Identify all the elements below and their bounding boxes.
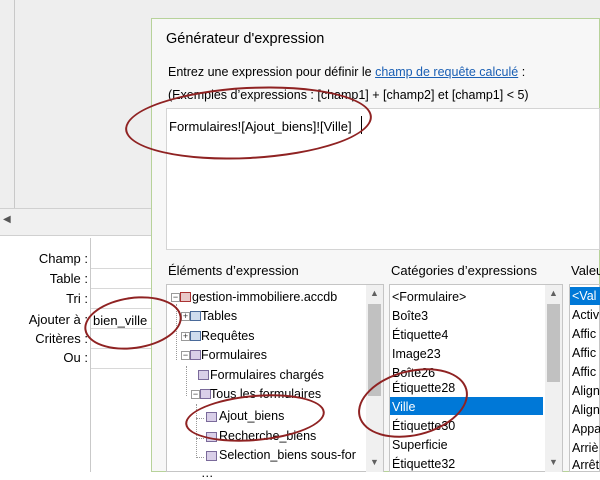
row-label-sort: Tri :	[66, 291, 88, 306]
tree-line	[186, 366, 187, 396]
category-item[interactable]: Image23	[392, 347, 441, 361]
tree-line	[196, 457, 204, 458]
row-label-field: Champ :	[38, 251, 88, 266]
row-label-append-to: Ajouter à :	[28, 312, 88, 327]
collapse-icon[interactable]: −	[181, 351, 190, 360]
value-item[interactable]: Arrêt	[572, 458, 599, 472]
values-section-title: Valeurs d’expressions	[571, 263, 600, 278]
table-icon	[190, 311, 201, 321]
category-item[interactable]: Boîte3	[392, 309, 428, 323]
instruction-suffix: :	[518, 65, 526, 79]
category-item[interactable]: Superficie	[392, 438, 448, 452]
tree-item-more[interactable]: …	[201, 466, 214, 480]
calculated-field-link[interactable]: champ de requête calculé	[375, 65, 518, 79]
tree-item-database[interactable]: gestion-immobiliere.accdb	[192, 290, 337, 304]
horizontal-scrollbar[interactable]	[0, 208, 160, 236]
scroll-up-icon[interactable]: ▲	[370, 288, 379, 298]
value-item[interactable]: Affic	[572, 346, 596, 360]
value-item[interactable]: Appa	[572, 422, 600, 436]
value-item-selected[interactable]: <Val	[572, 289, 596, 303]
dialog-title: Générateur d'expression	[166, 31, 325, 47]
scroll-left-arrow-icon[interactable]: ◀	[3, 214, 11, 225]
elements-section-title: Éléments d’expression	[168, 263, 299, 278]
database-icon	[180, 292, 191, 302]
collapse-icon[interactable]: −	[171, 293, 180, 302]
form-icon	[190, 350, 201, 360]
category-item[interactable]: <Formulaire>	[392, 290, 466, 304]
scroll-down-icon[interactable]: ▼	[370, 457, 379, 467]
value-item[interactable]: Arriè	[572, 441, 598, 455]
category-item[interactable]: Étiquette32	[392, 457, 455, 471]
expand-icon[interactable]: +	[181, 332, 190, 341]
row-label-or: Ou :	[63, 350, 88, 365]
tree-item-forms[interactable]: Formulaires	[201, 348, 267, 362]
value-item[interactable]: Align	[572, 384, 600, 398]
value-item[interactable]: Affic	[572, 327, 596, 341]
tree-item-selection-biens[interactable]: Selection_biens sous-for	[219, 448, 366, 462]
tree-item-loaded-forms[interactable]: Formulaires chargés	[210, 368, 324, 382]
tree-item-tables[interactable]: Tables	[201, 309, 237, 323]
scroll-down-icon[interactable]: ▼	[549, 457, 558, 467]
form-icon	[206, 451, 217, 461]
tree-item-queries[interactable]: Requêtes	[201, 329, 255, 343]
collapse-icon[interactable]: −	[191, 390, 200, 399]
query-icon	[190, 331, 201, 341]
scroll-up-icon[interactable]: ▲	[549, 288, 558, 298]
tree-line	[196, 438, 204, 439]
value-item[interactable]: Affic	[572, 365, 596, 379]
value-item[interactable]: Align	[572, 403, 600, 417]
expand-icon[interactable]: +	[181, 312, 190, 321]
categories-scroll-thumb[interactable]	[547, 304, 560, 382]
category-item[interactable]: Étiquette4	[392, 328, 448, 342]
instruction-prefix: Entrez une expression pour définir le	[168, 65, 376, 79]
row-label-criteria: Critères :	[35, 331, 88, 346]
value-item[interactable]: Activ	[572, 308, 599, 322]
instruction-text: Entrez une expression pour définir le ch…	[168, 65, 525, 79]
categories-section-title: Catégories d’expressions	[391, 263, 537, 278]
pane-divider	[14, 0, 15, 208]
row-label-table: Table :	[49, 271, 88, 286]
form-icon	[198, 370, 209, 380]
